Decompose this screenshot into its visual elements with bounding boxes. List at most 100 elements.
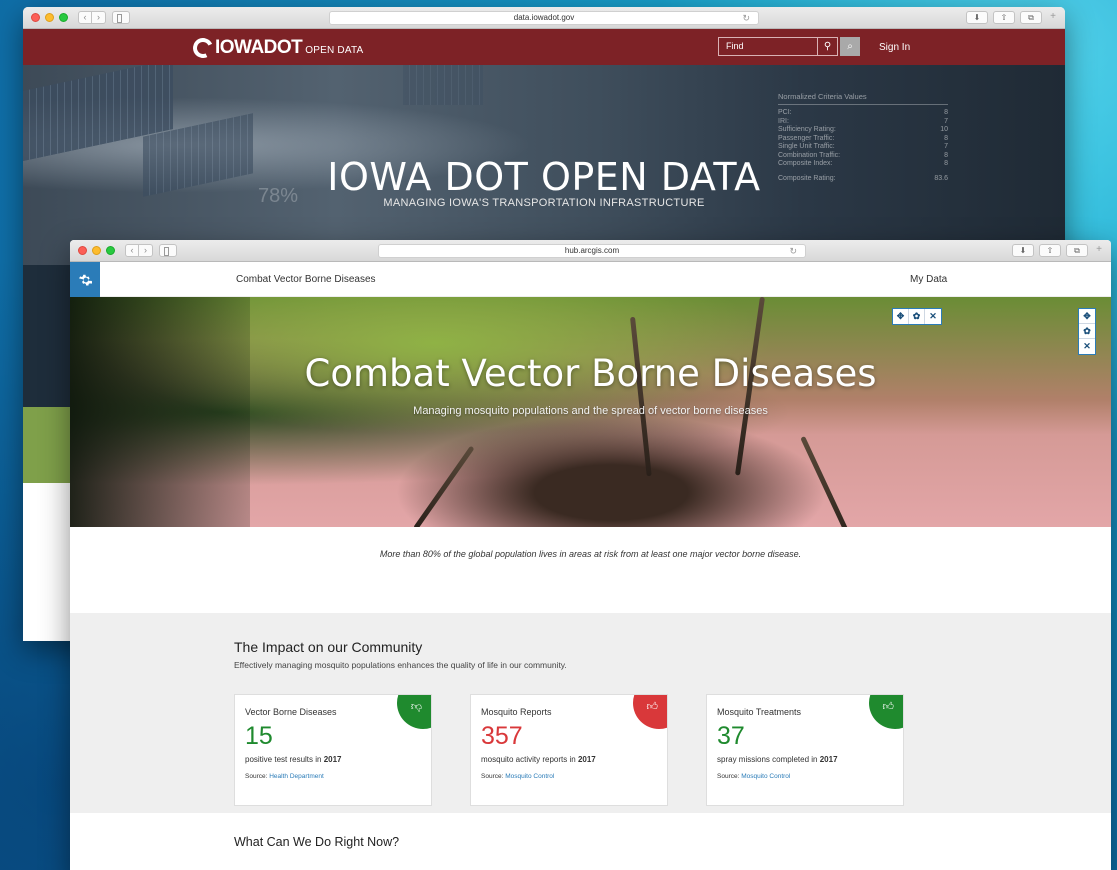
- next-heading: What Can We Do Right Now?: [234, 835, 400, 849]
- card-edit-toolbar: ✥ ✿ ✕: [892, 308, 942, 325]
- thumbs-down-icon: 👎︎: [410, 701, 422, 713]
- sidebar-toggle-button[interactable]: [112, 11, 130, 24]
- new-tab-button[interactable]: +: [1093, 244, 1105, 257]
- iowa-hero-subtitle: MANAGING IOWA'S TRANSPORTATION INFRASTRU…: [383, 197, 705, 209]
- arcgis-hub-browser-window: ‹ › hub.arcgis.com ↻ ⬇ ⇧ ⧉ + Combat Vect…: [70, 240, 1111, 870]
- tabs-button[interactable]: ⧉: [1020, 11, 1042, 24]
- impact-heading: The Impact on our Community: [234, 639, 423, 655]
- row-edit-toolbar: ✥ ✿ ✕: [1078, 308, 1096, 355]
- iowa-top-nav: IOWADOT OPEN DATA Find ⚲ ⌕ Sign In: [23, 29, 1065, 65]
- hub-top-nav: Combat Vector Borne Diseases My Data: [70, 262, 1111, 297]
- hub-hero-banner: Combat Vector Borne Diseases Managing mo…: [70, 297, 1111, 527]
- browser-toolbar: ‹ › data.iowadot.gov ↻ ⬇ ⇧ ⧉ +: [23, 7, 1065, 29]
- summary-card[interactable]: 👍︎ Mosquito Reports 357 mosquito activit…: [470, 694, 668, 806]
- share-button[interactable]: ⇧: [1039, 244, 1061, 257]
- move-icon[interactable]: ✥: [1079, 309, 1095, 324]
- browser-right-buttons: ⬇ ⇧ ⧉ +: [966, 11, 1059, 24]
- mosquito-leg-image: [630, 316, 652, 477]
- window-controls: [78, 246, 115, 255]
- close-window-button[interactable]: [78, 246, 87, 255]
- tabs-button[interactable]: ⧉: [1066, 244, 1088, 257]
- minimize-window-button[interactable]: [92, 246, 101, 255]
- card-description: mosquito activity reports in 2017: [481, 755, 596, 764]
- thumbs-up-icon: 👍︎: [646, 701, 659, 713]
- close-icon[interactable]: ✕: [925, 309, 941, 324]
- card-description: spray missions completed in 2017: [717, 755, 838, 764]
- site-settings-button[interactable]: [70, 262, 100, 297]
- card-description: positive test results in 2017: [245, 755, 342, 764]
- back-button[interactable]: ‹: [125, 244, 139, 257]
- close-icon[interactable]: ✕: [1079, 339, 1095, 354]
- reload-icon[interactable]: ↻: [789, 245, 797, 257]
- criteria-row: Composite Index: 8: [778, 160, 948, 167]
- criteria-overlay: Normalized Criteria Values PCI: 8 IRI: 7 S…: [778, 92, 948, 183]
- source-link[interactable]: Health Department: [269, 773, 324, 780]
- criteria-row: IRI: 7: [778, 117, 948, 125]
- zoom-window-button[interactable]: [59, 13, 68, 22]
- new-tab-button[interactable]: +: [1047, 11, 1059, 24]
- iowa-dot-logo[interactable]: IOWADOT OPEN DATA: [190, 35, 364, 61]
- forward-button[interactable]: ›: [92, 11, 106, 24]
- window-controls: [31, 13, 68, 22]
- settings-icon[interactable]: ✿: [909, 309, 925, 324]
- sidebar-toggle-button[interactable]: [159, 244, 177, 257]
- address-bar[interactable]: hub.arcgis.com ↻: [378, 244, 806, 258]
- move-icon[interactable]: ✥: [893, 309, 909, 324]
- composite-rating-row: Composite Rating: 83.6: [778, 174, 948, 182]
- browser-right-buttons: ⬇ ⇧ ⧉ +: [1012, 244, 1105, 257]
- card-source: Source: Health Department: [245, 773, 324, 780]
- logo-sub: OPEN DATA: [305, 45, 364, 56]
- sign-in-link[interactable]: Sign In: [879, 42, 910, 53]
- summary-cards: 👎︎ Vector Borne Diseases 15 positive tes…: [234, 694, 1111, 806]
- search-icon[interactable]: ⌕: [840, 37, 860, 56]
- impact-description: Effectively managing mosquito population…: [234, 660, 567, 670]
- reload-icon[interactable]: ↻: [742, 12, 750, 24]
- summary-card[interactable]: 👎︎ Vector Borne Diseases 15 positive tes…: [234, 694, 432, 806]
- iowa-dark-band: [23, 265, 70, 407]
- find-search: Find ⚲ ⌕: [718, 37, 860, 56]
- thumbs-up-icon: 👍︎: [882, 701, 895, 713]
- close-window-button[interactable]: [31, 13, 40, 22]
- mosquito-leg-image: [413, 445, 475, 527]
- iowa-green-band: [23, 407, 70, 483]
- minimize-window-button[interactable]: [45, 13, 54, 22]
- hub-hero-subtitle: Managing mosquito populations and the sp…: [413, 405, 768, 417]
- satellite-panel-image: [403, 65, 483, 105]
- mosquito-leg-image: [800, 435, 856, 527]
- zoom-window-button[interactable]: [106, 246, 115, 255]
- next-section: What Can We Do Right Now?: [70, 813, 1111, 870]
- statistic-quote: More than 80% of the global population l…: [379, 549, 802, 559]
- downloads-button[interactable]: ⬇: [966, 11, 988, 24]
- history-buttons: ‹ ›: [125, 244, 153, 257]
- source-link[interactable]: Mosquito Control: [741, 773, 790, 780]
- my-data-link[interactable]: My Data: [910, 274, 947, 285]
- criteria-row: Sufficiency Rating: 10: [778, 126, 948, 133]
- address-text: data.iowadot.gov: [513, 13, 575, 22]
- hub-hero-title: Combat Vector Borne Diseases: [304, 352, 877, 395]
- back-button[interactable]: ‹: [78, 11, 92, 24]
- address-bar[interactable]: data.iowadot.gov ↻: [329, 11, 759, 25]
- card-source: Source: Mosquito Control: [717, 773, 791, 780]
- site-title-link[interactable]: Combat Vector Borne Diseases: [236, 274, 376, 285]
- source-link[interactable]: Mosquito Control: [505, 773, 554, 780]
- criteria-title: Normalized Criteria Values: [778, 92, 948, 105]
- criteria-row: Single Unit Traffic: 7: [778, 143, 948, 150]
- card-value: 15: [245, 722, 273, 750]
- find-input[interactable]: Find: [718, 37, 818, 56]
- downloads-button[interactable]: ⬇: [1012, 244, 1034, 257]
- criteria-row: Combination Traffic: 8: [778, 151, 948, 159]
- card-source: Source: Mosquito Control: [481, 773, 555, 780]
- settings-icon[interactable]: ✿: [1079, 324, 1095, 339]
- history-buttons: ‹ ›: [78, 11, 106, 24]
- share-button[interactable]: ⇧: [993, 11, 1015, 24]
- card-value: 357: [481, 722, 523, 750]
- forward-button[interactable]: ›: [139, 244, 153, 257]
- impact-section: The Impact on our Community Effectively …: [70, 613, 1111, 813]
- location-pin-icon[interactable]: ⚲: [818, 37, 838, 56]
- address-text: hub.arcgis.com: [564, 246, 620, 255]
- logo-word: IOWADOT: [215, 37, 303, 58]
- summary-card[interactable]: 👍︎ Mosquito Treatments 37 spray missions…: [706, 694, 904, 806]
- gear-icon: [79, 274, 92, 286]
- card-value: 37: [717, 722, 745, 750]
- criteria-row: PCI: 8: [778, 109, 948, 116]
